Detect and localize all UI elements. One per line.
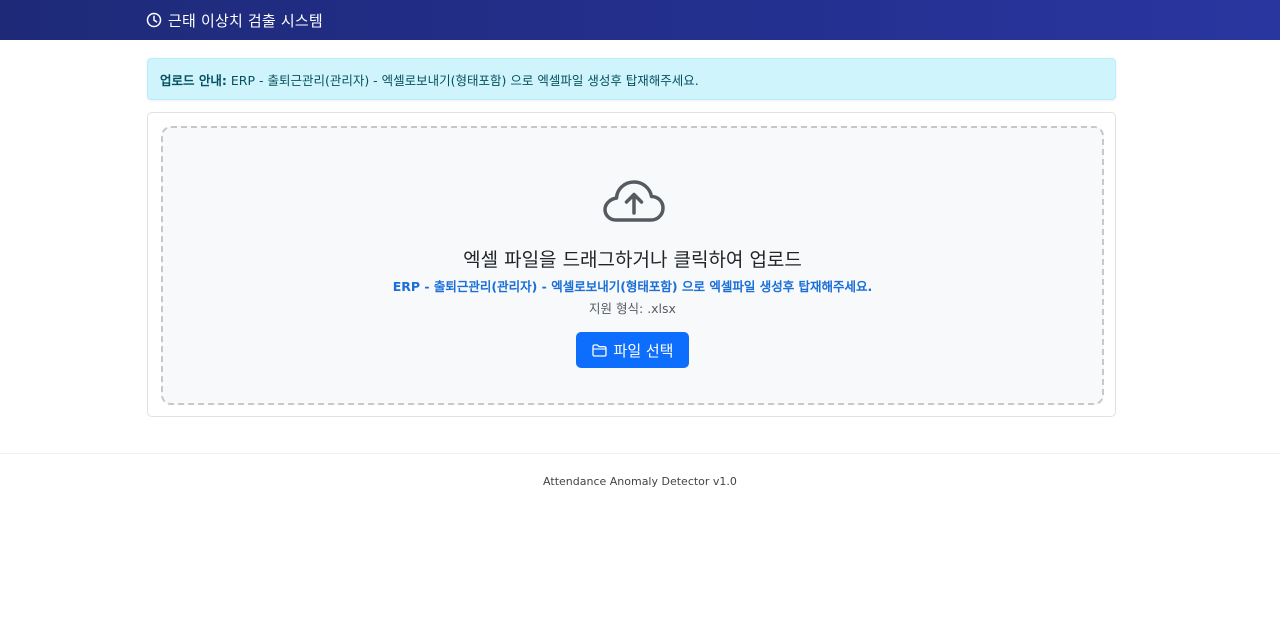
supported-format: 지원 형식: .xlsx	[589, 301, 676, 316]
folder-icon	[591, 343, 607, 357]
navbar: 근태 이상치 검출 시스템	[0, 0, 1280, 40]
cloud-upload-icon	[602, 178, 666, 226]
alert-message: ERP - 출퇴근관리(관리자) - 엑셀로보내기(형태포함) 으로 엑셀파일 …	[230, 72, 699, 88]
upload-info-alert: 업로드 안내: ERP - 출퇴근관리(관리자) - 엑셀로보내기(형태포함) …	[147, 58, 1116, 100]
footer-divider	[0, 453, 1280, 454]
select-file-label: 파일 선택	[613, 341, 674, 360]
alert-label: 업로드 안내:	[160, 72, 227, 88]
app-brand[interactable]: 근태 이상치 검출 시스템	[146, 0, 323, 40]
upload-card: 엑셀 파일을 드래그하거나 클릭하여 업로드 ERP - 출퇴근관리(관리자) …	[147, 112, 1116, 417]
dropzone-hint: ERP - 출퇴근관리(관리자) - 엑셀로보내기(형태포함) 으로 엑셀파일 …	[392, 279, 873, 294]
file-dropzone[interactable]: 엑셀 파일을 드래그하거나 클릭하여 업로드 ERP - 출퇴근관리(관리자) …	[161, 126, 1104, 405]
dropzone-title: 엑셀 파일을 드래그하거나 클릭하여 업로드	[463, 249, 802, 271]
app-title: 근태 이상치 검출 시스템	[168, 11, 323, 30]
footer-text: Attendance Anomaly Detector v1.0	[543, 475, 737, 488]
select-file-button[interactable]: 파일 선택	[576, 332, 689, 368]
clock-icon	[146, 12, 162, 28]
